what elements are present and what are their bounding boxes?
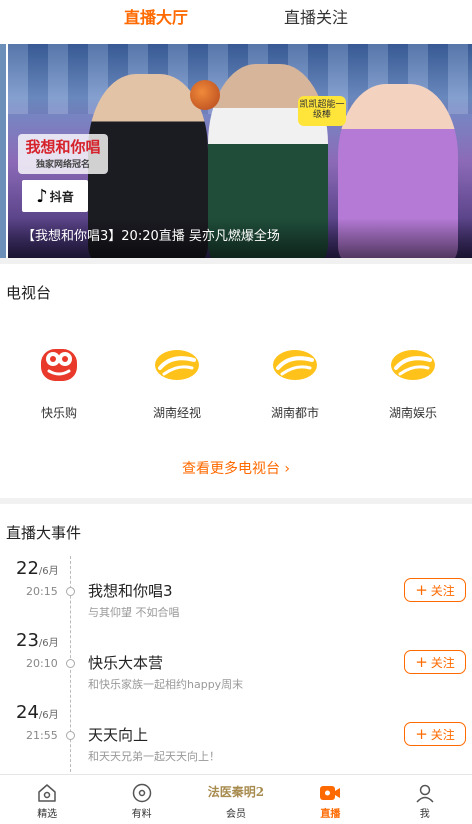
show-logo-text: 我想和你唱 [25, 138, 101, 156]
channel-list: 快乐购 湖南经视 湖南都市 湖南娱乐 [0, 340, 472, 421]
mango-tv-logo-icon [354, 340, 472, 390]
sponsor-badge: ♪ 抖音 [22, 180, 88, 212]
fan-sticker: 凯凯超能一级棒 [298, 96, 346, 126]
event-date: 24/6月 [16, 702, 59, 723]
channel-hunan-yule[interactable]: 湖南娱乐 [354, 340, 472, 421]
plus-icon: + [415, 653, 428, 671]
nav-me[interactable]: 我 [378, 775, 472, 824]
event-date: 23/6月 [16, 630, 59, 651]
member-logo-icon: 法医秦明2 [207, 785, 265, 799]
event-title[interactable]: 我想和你唱3 [88, 580, 173, 601]
bottom-nav: 精选 有料 法医秦明2 会员 直播 我 [0, 774, 472, 824]
timeline-dot [66, 659, 75, 668]
channel-label: 湖南都市 [270, 406, 319, 420]
disc-icon [94, 775, 188, 805]
event-item: 24/6月 21:55 天天向上 和天天兄弟一起天天向上！ + 关注 [0, 702, 472, 774]
user-icon [378, 775, 472, 805]
nav-label: 我 [419, 809, 430, 820]
event-time: 20:15 [26, 585, 58, 598]
event-title[interactable]: 天天向上 [88, 724, 148, 745]
nav-live[interactable]: 直播 [283, 775, 377, 824]
mango-tv-logo-icon [118, 340, 236, 390]
section-divider [0, 258, 472, 264]
event-desc: 与其仰望 不如合唱 [88, 606, 180, 619]
channel-hunan-jingshi[interactable]: 湖南经视 [118, 340, 236, 421]
banner-prev-peek[interactable] [0, 44, 6, 258]
section-divider [0, 498, 472, 504]
tab-live-follow[interactable]: 直播关注 [236, 0, 396, 44]
nav-member[interactable]: 法医秦明2 会员 [189, 775, 283, 824]
event-title[interactable]: 快乐大本营 [88, 652, 163, 673]
event-time: 21:55 [26, 729, 58, 742]
timeline-dot [66, 731, 75, 740]
home-icon [0, 775, 94, 805]
tab-live-hall[interactable]: 直播大厅 [76, 0, 236, 44]
timeline-dot [66, 587, 75, 596]
video-camera-icon [283, 775, 377, 805]
channel-label: 快乐购 [40, 406, 77, 420]
show-logo-sub: 独家网络冠名 [35, 160, 90, 170]
channel-label: 湖南经视 [152, 406, 201, 420]
follow-button[interactable]: + 关注 [404, 578, 466, 602]
mango-tv-logo-icon [236, 340, 354, 390]
channel-label: 湖南娱乐 [388, 406, 437, 420]
tv-section-title: 电视台 [6, 284, 52, 302]
event-time: 20:10 [26, 657, 58, 670]
events-section-title: 直播大事件 [6, 524, 82, 542]
follow-button[interactable]: + 关注 [404, 650, 466, 674]
nav-label: 有料 [131, 809, 152, 820]
top-tabs: 直播大厅 直播关注 [0, 0, 472, 44]
banner-caption: 【我想和你唱3】20:20直播 吴亦凡燃爆全场 [8, 218, 472, 258]
follow-label: 关注 [430, 727, 455, 742]
sponsor-label: 抖音 [49, 189, 74, 204]
event-item: 23/6月 20:10 快乐大本营 和快乐家族一起相约happy周末 + 关注 [0, 630, 472, 702]
follow-label: 关注 [430, 583, 455, 598]
more-channels-link[interactable]: 查看更多电视台 › [0, 458, 472, 478]
nav-label: 会员 [225, 809, 246, 820]
plus-icon: + [415, 581, 428, 599]
nav-youliao[interactable]: 有料 [94, 775, 188, 824]
kuailegou-logo-icon [0, 340, 118, 390]
follow-label: 关注 [430, 655, 455, 670]
hero-banner[interactable]: 我想和你唱 独家网络冠名 ♪ 抖音 凯凯超能一级棒 【我想和你唱3】20:20直… [8, 44, 472, 258]
nav-featured[interactable]: 精选 [0, 775, 94, 824]
show-logo: 我想和你唱 独家网络冠名 [18, 134, 108, 174]
channel-kuailegou[interactable]: 快乐购 [0, 340, 118, 421]
event-desc: 和天天兄弟一起天天向上！ [88, 750, 220, 763]
event-desc: 和快乐家族一起相约happy周末 [88, 678, 244, 691]
event-date: 22/6月 [16, 558, 59, 579]
nav-label: 精选 [37, 809, 58, 820]
banner-caption-text: 【我想和你唱3】20:20直播 吴亦凡燃爆全场 [22, 229, 280, 244]
basketball-icon [190, 80, 220, 110]
channel-hunan-dushi[interactable]: 湖南都市 [236, 340, 354, 421]
nav-label: 直播 [320, 809, 341, 820]
tiktok-icon: ♪ [36, 185, 48, 207]
event-item: 22/6月 20:15 我想和你唱3 与其仰望 不如合唱 + 关注 [0, 558, 472, 630]
plus-icon: + [415, 725, 428, 743]
follow-button[interactable]: + 关注 [404, 722, 466, 746]
